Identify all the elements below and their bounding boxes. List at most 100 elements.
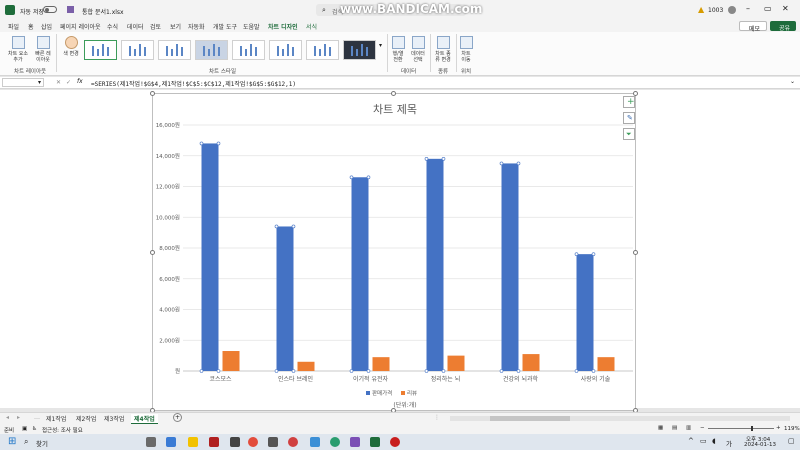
resize-handle[interactable]: [633, 250, 638, 255]
notification-icon[interactable]: ▢: [788, 437, 795, 445]
taskbar-app-icon[interactable]: [288, 437, 298, 447]
selection-marker: [366, 175, 371, 180]
move-chart-button[interactable]: 차트 이동: [458, 36, 474, 63]
taskbar-app-icon[interactable]: [209, 437, 219, 447]
zoom-out-icon[interactable]: −: [700, 425, 705, 431]
normal-view-icon[interactable]: ▦: [658, 425, 663, 431]
formula-expand-icon[interactable]: ⌄: [790, 78, 795, 85]
ribbon-separator: [430, 34, 431, 72]
tab-review[interactable]: 검토: [150, 22, 161, 31]
share-button[interactable]: 공유: [770, 21, 796, 32]
macro-record-icon[interactable]: ▣: [22, 426, 27, 432]
taskbar-app-icon[interactable]: [350, 437, 360, 447]
warning-icon[interactable]: ▲: [698, 5, 704, 14]
ime-indicator[interactable]: 가: [726, 438, 732, 448]
tab-formulas[interactable]: 수식: [107, 22, 118, 31]
zoom-in-icon[interactable]: +: [776, 425, 781, 431]
taskbar-app-icon[interactable]: [310, 437, 320, 447]
chart-style-4[interactable]: [195, 40, 228, 60]
accessibility-status[interactable]: 접근성: 조사 필요: [42, 426, 83, 434]
accessibility-icon[interactable]: ♿: [32, 426, 37, 432]
sheet-more-icon[interactable]: …: [34, 414, 40, 421]
fx-label[interactable]: fx: [77, 78, 83, 85]
chart-title: 차트 제목: [373, 103, 417, 116]
taskbar-app-icon[interactable]: [230, 437, 240, 447]
clock-date[interactable]: 2024-01-13: [744, 442, 776, 448]
network-icon[interactable]: ▭: [700, 437, 707, 445]
memo-button[interactable]: 메모: [739, 21, 767, 33]
taskbar-app-icon[interactable]: [268, 437, 278, 447]
tab-chart-design[interactable]: 차트 디자인: [268, 22, 298, 34]
chart-area[interactable]: 차트 제목 원 2,000원 4,000원 6,000원 8,000원 10,000원 12,…: [152, 93, 636, 411]
quick-layout-button[interactable]: 빠른 레 이아웃: [32, 36, 54, 63]
resize-handle[interactable]: [150, 250, 155, 255]
tab-page-layout[interactable]: 페이지 레이아웃: [60, 22, 101, 31]
chart-elements-plus-icon[interactable]: +: [623, 96, 635, 108]
taskbar-search-icon[interactable]: ⌕: [24, 437, 28, 447]
chart-style-6[interactable]: [269, 40, 302, 60]
tab-home[interactable]: 홈: [28, 22, 34, 31]
enter-icon[interactable]: ✓: [66, 79, 71, 86]
account-icon[interactable]: [728, 6, 736, 14]
switch-row-column-button[interactable]: 행/열 전환: [389, 36, 407, 63]
tab-data[interactable]: 데이터: [127, 22, 144, 31]
chart-style-2[interactable]: [121, 40, 154, 60]
restore-icon[interactable]: ▭: [764, 4, 772, 13]
sheet-next-icon[interactable]: ▸: [17, 414, 20, 421]
sheet-tab-2[interactable]: 제2작업: [76, 414, 96, 423]
volume-icon[interactable]: ◖: [712, 437, 716, 445]
chart-style-1[interactable]: [84, 40, 117, 60]
tab-automate[interactable]: 자동화: [188, 22, 205, 31]
chart-style-3[interactable]: [158, 40, 191, 60]
bandicam-taskbar-icon[interactable]: [390, 437, 400, 447]
tab-file[interactable]: 파일: [8, 22, 19, 31]
selection-marker: [199, 141, 204, 146]
sheet-tab-1[interactable]: 제1작업: [46, 414, 66, 423]
cancel-icon[interactable]: ✕: [56, 79, 61, 86]
excel-taskbar-icon[interactable]: [370, 437, 380, 447]
resize-handle[interactable]: [391, 91, 396, 96]
add-sheet-icon[interactable]: +: [173, 413, 182, 422]
chart-styles-brush-icon[interactable]: ✎: [623, 112, 635, 124]
close-icon[interactable]: ✕: [782, 4, 789, 13]
taskbar-search-label[interactable]: 찾기: [36, 438, 48, 448]
tab-help[interactable]: 도움말: [243, 22, 260, 31]
horizontal-scrollbar[interactable]: [450, 416, 790, 421]
tray-chevron-icon[interactable]: ^: [688, 437, 694, 445]
save-icon[interactable]: [67, 6, 74, 13]
zoom-level[interactable]: 119%: [784, 426, 800, 432]
minimize-icon[interactable]: –: [746, 4, 750, 13]
edge-icon[interactable]: [330, 437, 340, 447]
chart-filter-icon[interactable]: ⏷: [623, 128, 635, 140]
windows-start-icon[interactable]: ⊞: [8, 436, 16, 447]
chrome-icon[interactable]: [248, 437, 258, 447]
file-explorer-icon[interactable]: [188, 437, 198, 447]
change-colors-button[interactable]: 색 변경: [60, 36, 82, 57]
tab-view[interactable]: 보기: [170, 22, 181, 31]
page-break-view-icon[interactable]: ▥: [686, 425, 691, 431]
sheet-options-icon[interactable]: ⋮: [434, 414, 440, 421]
sheet-prev-icon[interactable]: ◂: [6, 414, 9, 421]
chart-style-7[interactable]: [306, 40, 339, 60]
taskbar-app-icon[interactable]: [166, 437, 176, 447]
autosave-toggle[interactable]: [43, 6, 57, 13]
resize-handle[interactable]: [150, 91, 155, 96]
sheet-tab-3[interactable]: 제3작업: [104, 414, 124, 423]
selection-marker: [291, 224, 296, 229]
select-data-button[interactable]: 데이터 선택: [408, 36, 428, 63]
tab-format[interactable]: 서식: [306, 22, 317, 31]
add-chart-element-button[interactable]: 차트 요소 추가: [6, 36, 30, 63]
zoom-slider[interactable]: [708, 426, 774, 431]
chart-style-5[interactable]: [232, 40, 265, 60]
change-chart-type-button[interactable]: 차트 종 류 변경: [432, 36, 454, 63]
page-layout-view-icon[interactable]: ▤: [672, 425, 677, 431]
name-box[interactable]: ▾: [2, 78, 44, 87]
tab-developer[interactable]: 개발 도구: [213, 22, 237, 31]
name-box-dropdown-icon[interactable]: ▾: [38, 79, 41, 86]
chart-style-8[interactable]: [343, 40, 376, 60]
taskview-icon[interactable]: [146, 437, 156, 447]
styles-scroll-icon[interactable]: ▾: [379, 42, 382, 49]
ribbon-separator: [56, 34, 57, 72]
formula-input[interactable]: =SERIES(제1작업!$G$4,제1작업!$C$5:$C$12,제1작업!$…: [91, 79, 296, 88]
tab-insert[interactable]: 삽입: [41, 22, 52, 31]
